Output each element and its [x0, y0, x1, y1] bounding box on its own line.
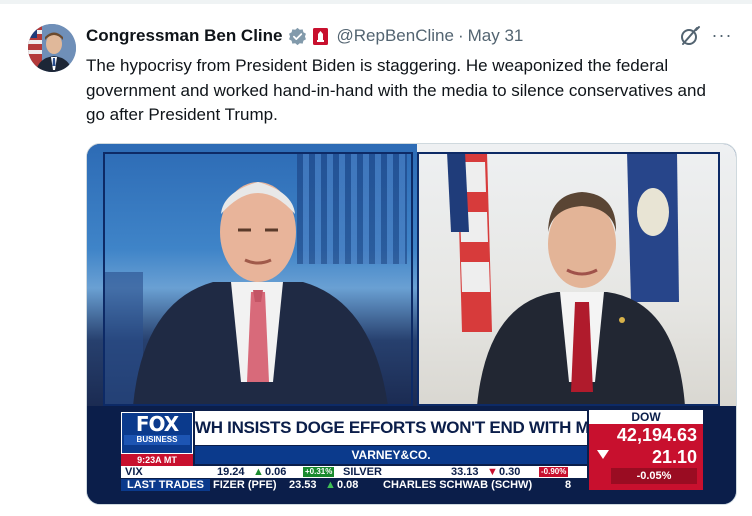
- dow-box: 42,194.63 21.10 -0.05%: [589, 424, 703, 490]
- news-chyron: FOX BUSINESS 9:23A MT WH INSISTS DOGE EF…: [87, 406, 736, 504]
- chyron-headline: WH INSISTS DOGE EFFORTS WON'T END WITH M…: [195, 411, 587, 445]
- more-icon[interactable]: ···: [710, 24, 734, 46]
- up-arrow-icon: ▲: [325, 479, 336, 491]
- ticker-silver-label: SILVER: [343, 466, 382, 478]
- tweet-card[interactable]: Congressman Ben Cline @RepBenCline · May…: [0, 0, 752, 516]
- ticker-silver-pct-chip: -0.90%: [539, 467, 569, 477]
- ticker-schw-label: CHARLES SCHWAB (SCHW): [383, 479, 533, 491]
- up-arrow-icon: ▲: [253, 466, 264, 478]
- ticker-bottom: LAST TRADES FIZER (PFE) 23.53 ▲ 0.08 CHA…: [121, 479, 587, 491]
- ticker-vix-pct: +0.31%: [303, 466, 335, 478]
- ticker-schw-value: 8: [565, 479, 572, 491]
- down-arrow-icon: ▼: [487, 466, 498, 478]
- tweet-media[interactable]: FOX BUSINESS 9:23A MT WH INSISTS DOGE EF…: [86, 143, 737, 505]
- ticker-silver-pct: -0.90%: [539, 466, 569, 478]
- host-panel-frame: [103, 152, 413, 406]
- down-arrow-icon: [597, 450, 609, 459]
- grok-icon[interactable]: [679, 25, 701, 47]
- ticker-vix-pct-chip: +0.31%: [303, 467, 335, 477]
- network-logo: FOX BUSINESS: [121, 412, 193, 454]
- author-handle[interactable]: @RepBenCline: [337, 26, 454, 46]
- ticker-top: VIX 19.24 ▲ 0.06 +0.31% SILVER 33.13 ▼ 0…: [121, 466, 587, 478]
- top-divider: [0, 0, 752, 4]
- ticker-vix-value: 19.24: [217, 466, 245, 478]
- dow-value: 42,194.63: [616, 425, 697, 445]
- guest-panel-frame: [417, 152, 720, 406]
- verified-badge-icon[interactable]: [288, 27, 307, 46]
- ticker-silver-change: 0.30: [499, 466, 521, 478]
- ticker-vix-change: 0.06: [265, 466, 287, 478]
- ticker-last-trades: LAST TRADES: [121, 479, 210, 491]
- tweet-header: Congressman Ben Cline @RepBenCline · May…: [86, 24, 523, 48]
- tweet-date[interactable]: May 31: [468, 26, 524, 46]
- avatar-image: [28, 24, 76, 72]
- avatar[interactable]: [28, 24, 76, 72]
- ticker-silver-value: 33.13: [451, 466, 479, 478]
- ticker-pfe-value: 23.53: [289, 479, 317, 491]
- ticker-pfe-label: FIZER (PFE): [213, 479, 277, 491]
- dow-percent: -0.05%: [611, 468, 697, 484]
- show-name: VARNEY&CO.: [195, 446, 587, 464]
- network-sub-text: BUSINESS: [124, 435, 190, 445]
- ticker-pfe-change: 0.08: [337, 479, 359, 491]
- government-badge-icon[interactable]: [312, 27, 328, 45]
- broadcast-time: 9:23A MT: [121, 454, 193, 466]
- ticker-vix-label: VIX: [125, 466, 143, 478]
- author-name[interactable]: Congressman Ben Cline: [86, 26, 283, 46]
- separator-dot: ·: [457, 26, 464, 45]
- dow-label: DOW: [589, 410, 703, 424]
- network-logo-text: FOX: [135, 412, 179, 436]
- tweet-text: The hypocrisy from President Biden is st…: [86, 56, 706, 124]
